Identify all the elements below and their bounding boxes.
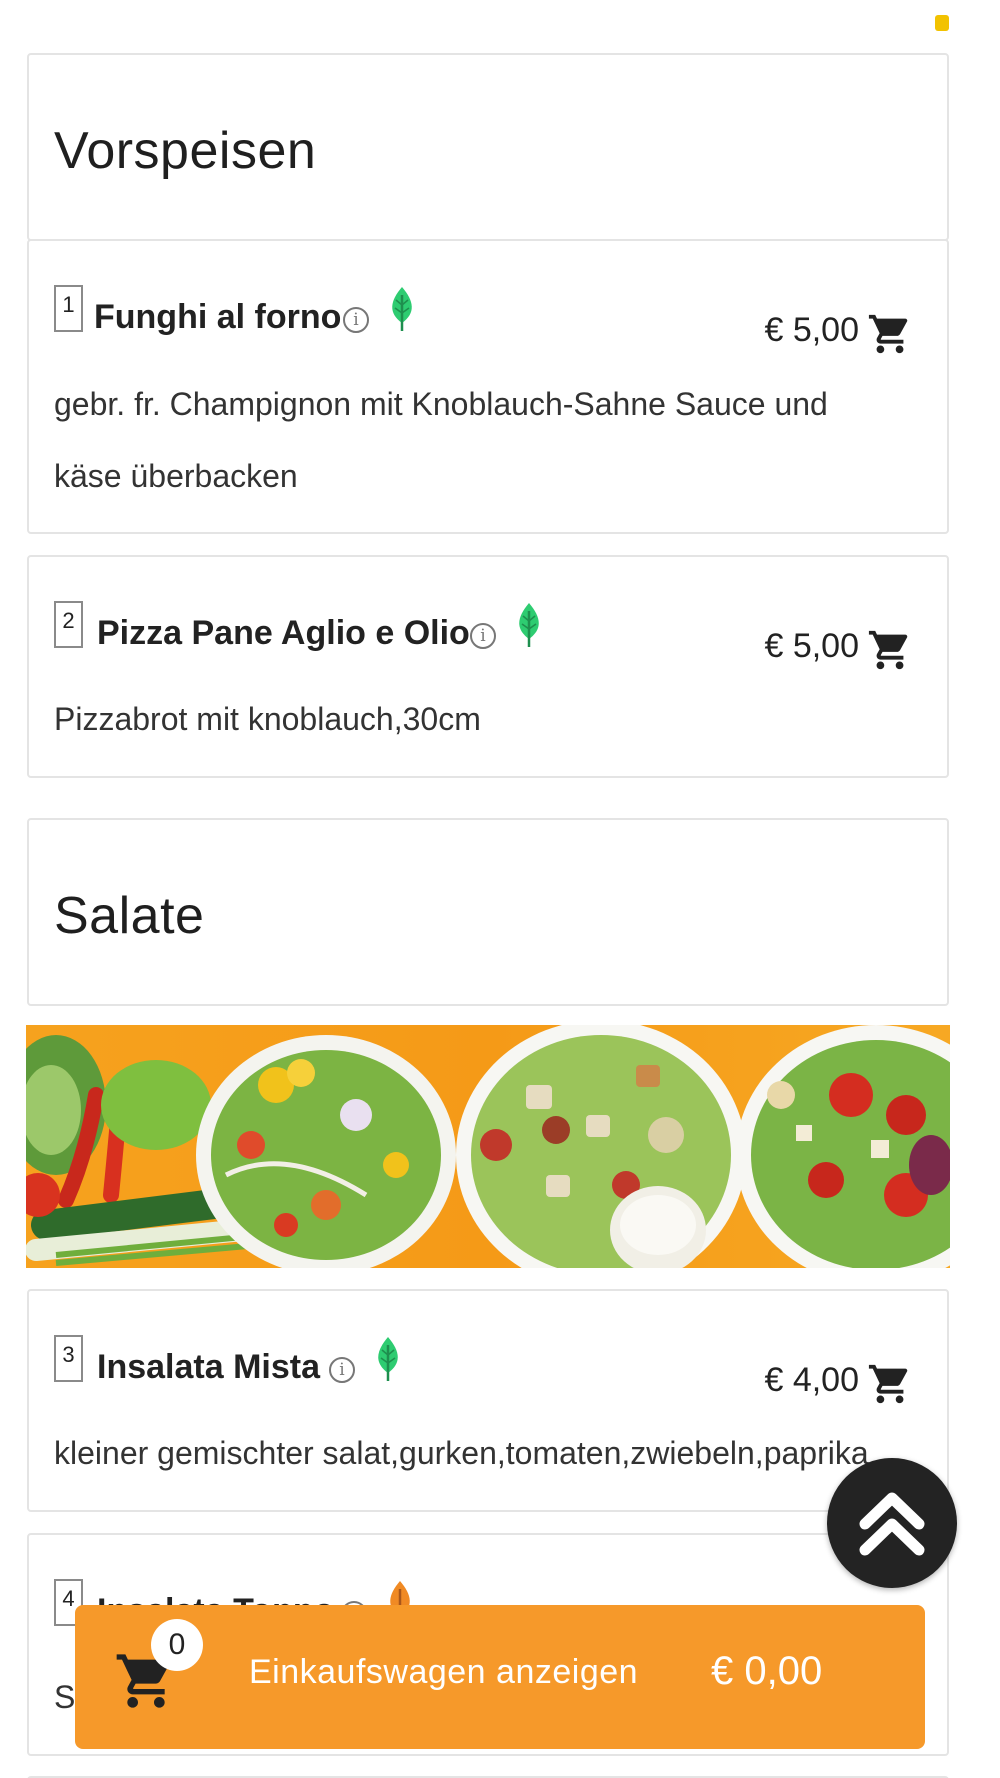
- section-title: Vorspeisen: [54, 122, 317, 180]
- item-number-badge: 3: [54, 1335, 83, 1382]
- leaf-icon: [378, 1337, 398, 1381]
- scroll-to-top-button[interactable]: [827, 1458, 957, 1588]
- cart-total: € 0,00: [711, 1649, 823, 1693]
- item-price: € 5,00: [764, 311, 859, 349]
- leaf-icon: [392, 287, 412, 331]
- cart-count-badge: 0: [151, 1619, 203, 1671]
- item-description-line: Pizzabrot mit knoblauch,30cm: [54, 701, 481, 737]
- item-number-badge: 2: [54, 601, 83, 648]
- item-name: Funghi al forno: [94, 298, 342, 336]
- salad-banner-image: [26, 1025, 950, 1268]
- section-title: Salate: [54, 887, 205, 945]
- salad-illustration: [26, 1025, 950, 1268]
- add-to-cart-icon[interactable]: [866, 627, 914, 673]
- item-name: Insalata Mista: [97, 1348, 320, 1386]
- info-icon[interactable]: i: [470, 623, 496, 649]
- item-name: Pizza Pane Aglio e Olio: [97, 614, 470, 652]
- item-number-badge: 1: [54, 285, 83, 332]
- item-description: Pizzabrot mit knoblauch,30cm: [54, 683, 934, 755]
- item-price: € 4,00: [764, 1361, 859, 1399]
- item-description: gebr. fr. Champignon mit Knoblauch-Sahne…: [54, 368, 934, 512]
- item-description-line: kleiner gemischter salat,gurken,tomaten,…: [54, 1435, 869, 1471]
- info-icon[interactable]: i: [329, 1357, 355, 1383]
- menu-item[interactable]: 3 Insalata Mista i € 4,00 kleiner gemisc…: [27, 1289, 949, 1512]
- item-price: € 5,00: [764, 627, 859, 665]
- add-to-cart-icon[interactable]: [866, 311, 914, 357]
- leaf-icon: [519, 603, 539, 647]
- item-description: kleiner gemischter salat,gurken,tomaten,…: [54, 1417, 934, 1489]
- add-to-cart-icon[interactable]: [866, 1361, 914, 1407]
- info-icon[interactable]: i: [343, 307, 369, 333]
- view-cart-button[interactable]: 0 Einkaufswagen anzeigen € 0,00: [75, 1605, 925, 1749]
- status-indicator: [935, 15, 949, 31]
- cart-bar-label: Einkaufswagen anzeigen: [249, 1653, 639, 1691]
- section-header-vorspeisen: Vorspeisen: [27, 53, 949, 241]
- double-chevron-up-icon: [859, 1492, 925, 1556]
- item-description-line: gebr. fr. Champignon mit Knoblauch-Sahne…: [54, 386, 828, 422]
- item-description-line: käse überbacken: [54, 458, 298, 494]
- menu-item[interactable]: 1 Funghi al forno i € 5,00 gebr. fr. Cha…: [27, 239, 949, 534]
- menu-item[interactable]: 2 Pizza Pane Aglio e Olio i € 5,00 Pizza…: [27, 555, 949, 778]
- section-header-salate: Salate: [27, 818, 949, 1006]
